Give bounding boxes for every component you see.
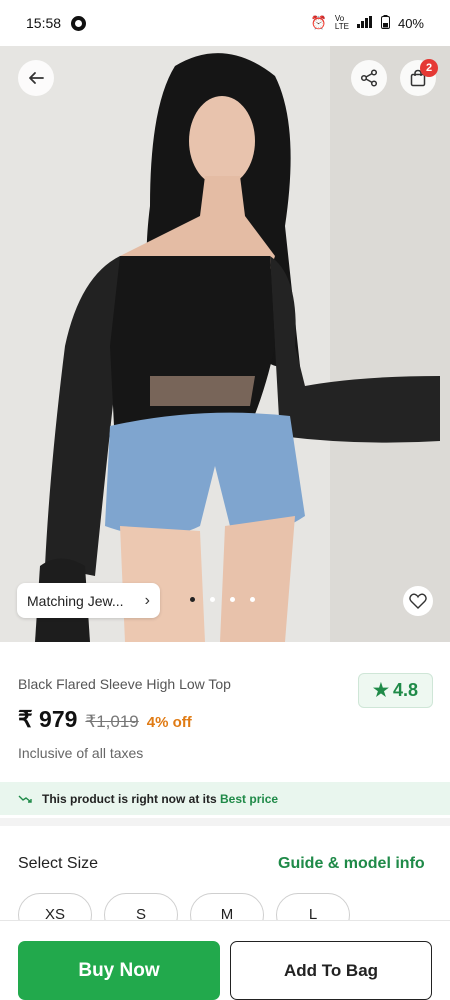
battery-icon	[380, 14, 390, 32]
status-time: 15:58	[26, 15, 62, 31]
section-divider	[0, 818, 450, 826]
price-row: ₹ 979 ₹1,019 4% off	[18, 706, 192, 733]
signal-icon	[356, 15, 373, 31]
back-button[interactable]	[18, 60, 54, 96]
carousel-dot[interactable]	[230, 597, 235, 602]
share-icon	[360, 69, 378, 87]
back-arrow-icon	[29, 72, 44, 84]
mrp-price: ₹1,019	[85, 712, 139, 731]
wishlist-button[interactable]	[403, 586, 433, 616]
chevron-right-icon: ›	[144, 591, 150, 609]
star-icon: ★	[372, 680, 390, 700]
best-price-highlight: Best price	[220, 791, 279, 806]
status-icons: ⏰ Vo LTE 40%	[310, 14, 424, 32]
alarm-icon: ⏰	[310, 15, 327, 30]
carousel-dot[interactable]	[250, 597, 255, 602]
tax-note: Inclusive of all taxes	[18, 745, 144, 761]
carousel-dots	[190, 597, 255, 602]
product-image-carousel[interactable]: 2 Matching Jew... ›	[0, 46, 450, 642]
select-size-label: Select Size	[18, 855, 99, 872]
size-guide-link[interactable]: Guide & model info	[278, 855, 425, 873]
rating-value: 4.8	[393, 680, 419, 700]
product-title: Black Flared Sleeve High Low Top	[18, 676, 231, 692]
volte-icon: Vo LTE	[334, 14, 349, 31]
add-to-bag-button[interactable]: Add To Bag	[230, 941, 432, 1000]
status-bar: 15:58 ⏰ Vo LTE 40%	[0, 0, 450, 46]
heart-icon	[409, 593, 427, 609]
battery-percent: 40%	[397, 15, 424, 31]
buy-now-button[interactable]: Buy Now	[18, 941, 220, 1000]
matching-jewellery-chip[interactable]: Matching Jew... ›	[17, 583, 160, 618]
whatsapp-icon	[71, 15, 87, 31]
discount-label: 4% off	[146, 714, 192, 731]
selling-price: ₹ 979	[18, 706, 78, 732]
rating-badge[interactable]: ★ 4.8	[358, 673, 433, 708]
product-photo	[0, 46, 450, 642]
cart-count-badge: 2	[420, 59, 438, 77]
trend-down-icon	[18, 795, 32, 803]
share-button[interactable]	[351, 60, 387, 96]
matching-chip-label: Matching Jew...	[27, 592, 124, 609]
best-price-text: This product is right now at its	[42, 791, 217, 806]
best-price-banner: This product is right now at its Best pr…	[0, 782, 450, 815]
carousel-dot[interactable]	[190, 597, 195, 602]
carousel-dot[interactable]	[210, 597, 215, 602]
